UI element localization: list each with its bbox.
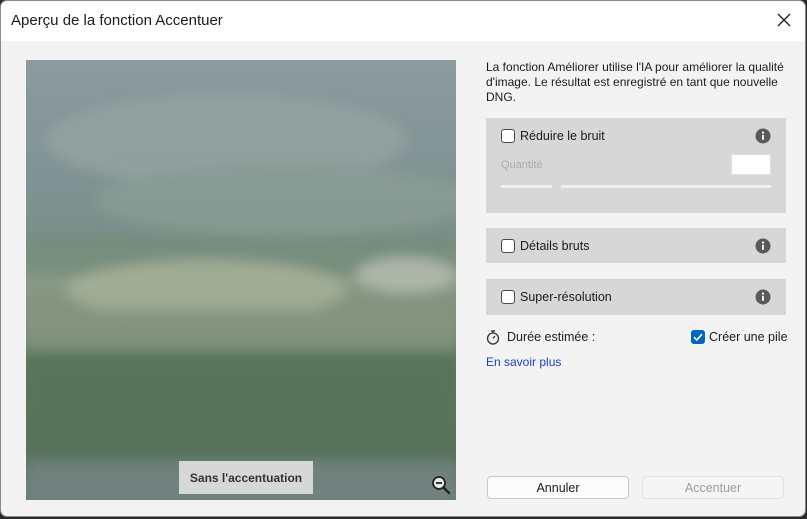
zoom-out-icon[interactable] [431, 475, 451, 495]
dialog-title: Aperçu de la fonction Accentuer [11, 12, 223, 29]
create-stack-label: Créer une pile [709, 330, 788, 344]
title-bar: Aperçu de la fonction Accentuer [1, 1, 805, 41]
quantity-slider-track-left[interactable] [501, 185, 552, 188]
close-button[interactable] [771, 7, 797, 33]
super-resolution-label: Super-résolution [520, 290, 612, 304]
learn-more-link[interactable]: En savoir plus [486, 355, 561, 369]
estimated-duration-label: Durée estimée : [507, 330, 596, 344]
quantity-slider-track[interactable] [561, 185, 771, 188]
noise-reduction-panel: Réduire le bruit Quantité [486, 118, 786, 213]
super-resolution-panel: Super-résolution [486, 279, 786, 315]
info-icon[interactable] [755, 289, 771, 305]
close-icon [777, 13, 791, 27]
image-preview[interactable]: Sans l'accentuation [26, 60, 456, 500]
enhance-button[interactable]: Accentuer [642, 476, 784, 499]
quantity-label: Quantité [501, 159, 543, 171]
stopwatch-icon [486, 330, 500, 345]
raw-details-checkbox[interactable] [501, 239, 515, 253]
before-label: Sans l'accentuation [179, 461, 313, 494]
cancel-button[interactable]: Annuler [487, 476, 629, 499]
enhance-preview-dialog: Aperçu de la fonction Accentuer Sans l'a… [0, 0, 806, 517]
description-text: La fonction Améliorer utilise l'IA pour … [486, 60, 784, 104]
checkmark-icon [693, 333, 703, 342]
raw-details-label: Détails bruts [520, 239, 590, 253]
info-icon[interactable] [755, 128, 771, 144]
raw-details-panel: Détails bruts [486, 228, 786, 263]
noise-reduction-checkbox[interactable] [501, 129, 515, 143]
noise-reduction-label: Réduire le bruit [520, 129, 605, 143]
create-stack-checkbox[interactable] [691, 330, 705, 344]
super-resolution-checkbox[interactable] [501, 290, 515, 304]
preview-image [26, 60, 456, 500]
info-icon[interactable] [755, 238, 771, 254]
quantity-input[interactable] [731, 154, 771, 175]
